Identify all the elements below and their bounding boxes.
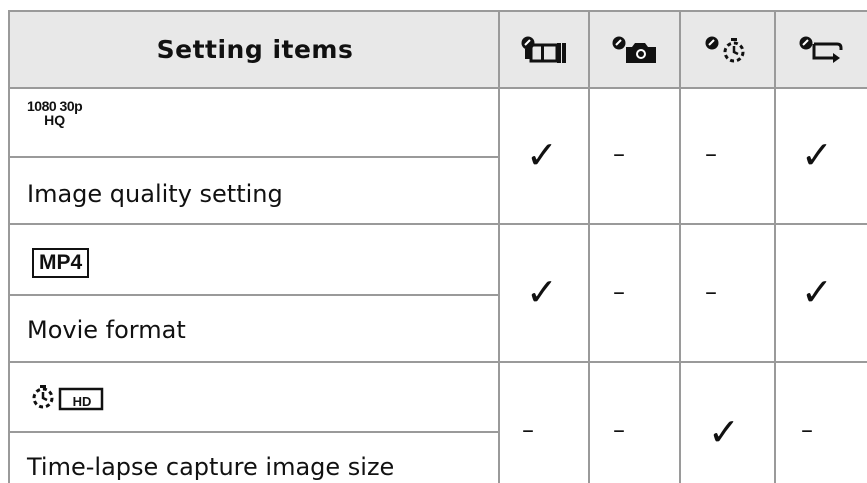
movie-mode-icon: [500, 12, 588, 87]
divider: [8, 294, 500, 296]
header-setting-items: Setting items: [156, 35, 354, 64]
divider: [8, 361, 867, 363]
settings-table: Setting items 1080 30p HQ Image quality …: [0, 0, 867, 483]
interval-photo-recording-icon: [681, 12, 774, 87]
time-lapse-hd-icon: HD: [30, 383, 110, 417]
badge-1080-30p-label: 1080 30p: [27, 98, 83, 114]
photo-mode-availability: –: [613, 140, 625, 168]
loop-recording-availability: ✓: [801, 270, 833, 314]
mp4-icon: MP4: [32, 248, 90, 278]
movie-format-label: Movie format: [27, 316, 186, 344]
divider: [8, 431, 500, 433]
photo-mode-availability: –: [613, 416, 625, 444]
movie-mode-availability: –: [522, 416, 534, 444]
badge-hq-label: HQ: [44, 112, 66, 128]
divider: [8, 156, 500, 158]
movie-mode-availability: ✓: [526, 133, 558, 177]
divider: [8, 87, 867, 89]
mp4-icon-label: MP4: [39, 251, 83, 274]
divider: [8, 223, 867, 225]
time-lapse-capture-image-size-label: Time-lapse capture image size: [27, 453, 395, 481]
loop-recording-icon: [776, 12, 867, 87]
interval-recording-availability: –: [705, 140, 717, 168]
image-quality-setting-label: Image quality setting: [27, 180, 283, 208]
svg-text:HD: HD: [73, 394, 92, 409]
photo-mode-availability: –: [613, 278, 625, 306]
photo-mode-icon: [590, 12, 679, 87]
interval-recording-availability: –: [705, 278, 717, 306]
loop-recording-availability: –: [801, 416, 813, 444]
interval-recording-availability: ✓: [708, 410, 740, 454]
1080-30p-hq-icon: 1080 30p HQ: [27, 98, 83, 128]
loop-recording-availability: ✓: [801, 133, 833, 177]
movie-mode-availability: ✓: [526, 270, 558, 314]
